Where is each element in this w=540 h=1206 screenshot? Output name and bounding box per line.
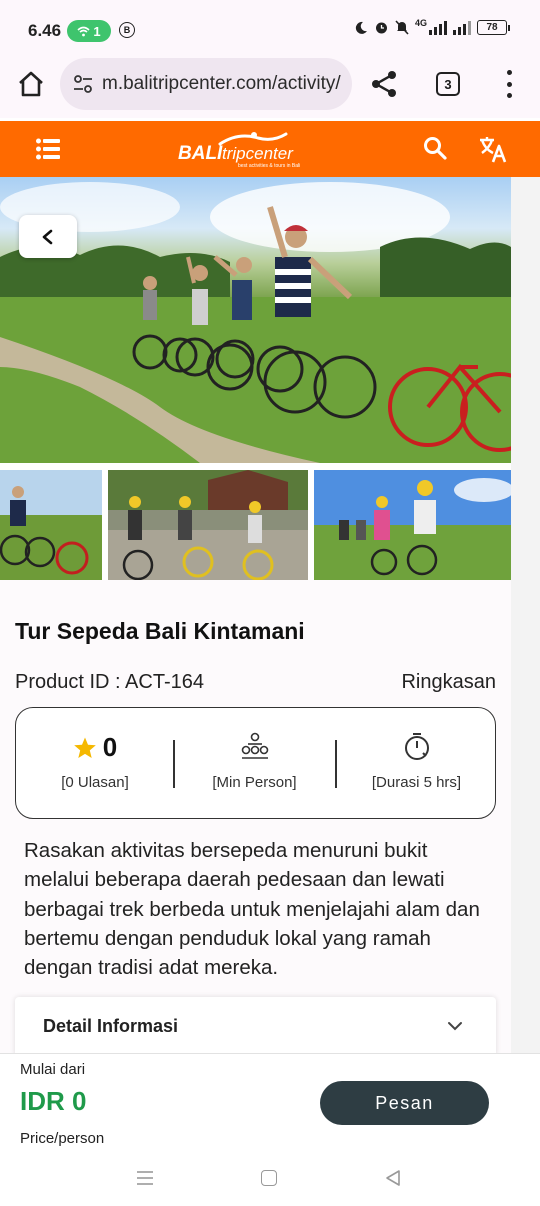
detail-title: Detail Informasi	[43, 1016, 179, 1036]
logo-bali: BALI	[178, 143, 223, 164]
page-gutter	[511, 177, 540, 1053]
system-nav-bar	[0, 1159, 540, 1206]
min-person-column: [Min Person]	[174, 708, 335, 820]
product-content: Tur Sepeda Bali Kintamani Product ID : A…	[0, 580, 511, 1057]
browser-toolbar: m.balitripcenter.com/activity/ 3	[0, 50, 540, 118]
chevron-down-icon	[448, 1022, 462, 1031]
wifi-count: 1	[93, 23, 101, 39]
address-bar[interactable]: m.balitripcenter.com/activity/	[60, 58, 352, 110]
alarm-icon	[375, 22, 387, 34]
price-per-label: Price/person	[20, 1130, 105, 1147]
wifi-icon	[77, 26, 90, 36]
site-header: BALI tripcenter best activities & tours …	[0, 121, 540, 177]
book-button[interactable]: Pesan	[320, 1081, 489, 1125]
star-icon	[73, 737, 96, 758]
home-nav-icon[interactable]	[261, 1170, 277, 1186]
duration-label: [Durasi 5 hrs]	[371, 774, 462, 791]
wifi-hotspot-badge: 1	[67, 20, 111, 42]
product-description: Rasakan aktivitas bersepeda menuruni buk…	[24, 839, 480, 980]
home-icon[interactable]	[16, 69, 46, 99]
search-icon[interactable]	[422, 135, 448, 161]
booking-bar: Mulai dari IDR 0 Price/person Pesan	[0, 1053, 540, 1159]
from-label: Mulai dari	[20, 1061, 86, 1078]
product-id: Product ID : ACT-164	[15, 671, 204, 693]
moon-icon	[355, 21, 367, 34]
rating-column[interactable]: 0 [0 Ulasan]	[16, 708, 174, 820]
logo-tagline: best activities & tours in Bali	[238, 163, 301, 169]
recents-icon[interactable]	[136, 1170, 154, 1186]
summary-link[interactable]: Ringkasan	[401, 671, 496, 694]
translate-icon[interactable]	[478, 134, 508, 164]
battery-level: 78	[477, 20, 507, 35]
status-icons: 4G 78	[354, 17, 510, 35]
battery-icon: 78	[477, 20, 510, 35]
logo-tripcenter: tripcenter	[222, 144, 293, 163]
chevron-left-icon	[42, 229, 53, 244]
rating-value: 0	[102, 732, 118, 762]
back-button[interactable]	[19, 215, 77, 258]
detail-accordion[interactable]: Detail Informasi	[15, 997, 496, 1057]
min-person-label: [Min Person]	[212, 774, 297, 791]
thumbnail-3[interactable]	[314, 470, 511, 580]
site-logo[interactable]: BALI tripcenter best activities & tours …	[178, 130, 306, 170]
network-type: 4G	[414, 17, 427, 28]
hero-photo[interactable]	[0, 177, 511, 463]
signal-icon	[429, 20, 447, 35]
price-value: IDR 0	[20, 1086, 87, 1116]
group-icon	[241, 732, 269, 759]
thumbnail-2[interactable]	[108, 470, 308, 580]
signal-icon-2	[453, 20, 471, 35]
thumbnail-1[interactable]	[0, 470, 102, 580]
timer-icon	[405, 733, 429, 760]
status-time: 6.46	[28, 21, 62, 40]
duration-column: [Durasi 5 hrs]	[336, 708, 497, 820]
tabs-icon[interactable]: 3	[436, 72, 460, 96]
more-icon[interactable]	[504, 70, 514, 98]
back-nav-icon[interactable]	[384, 1169, 402, 1187]
reviews-count: [0 Ulasan]	[61, 774, 129, 791]
b-notification-icon: B	[119, 22, 135, 38]
url-text: m.balitripcenter.com/activity/	[102, 73, 341, 94]
tune-icon[interactable]	[72, 73, 94, 95]
info-card: 0 [0 Ulasan] [Min Person] [Durasi 5 hrs]	[15, 707, 496, 819]
menu-list-icon[interactable]	[36, 138, 60, 160]
mute-icon	[395, 20, 409, 35]
share-icon[interactable]	[370, 70, 398, 98]
product-title: Tur Sepeda Bali Kintamani	[15, 618, 305, 644]
thumbnail-strip	[0, 470, 511, 580]
